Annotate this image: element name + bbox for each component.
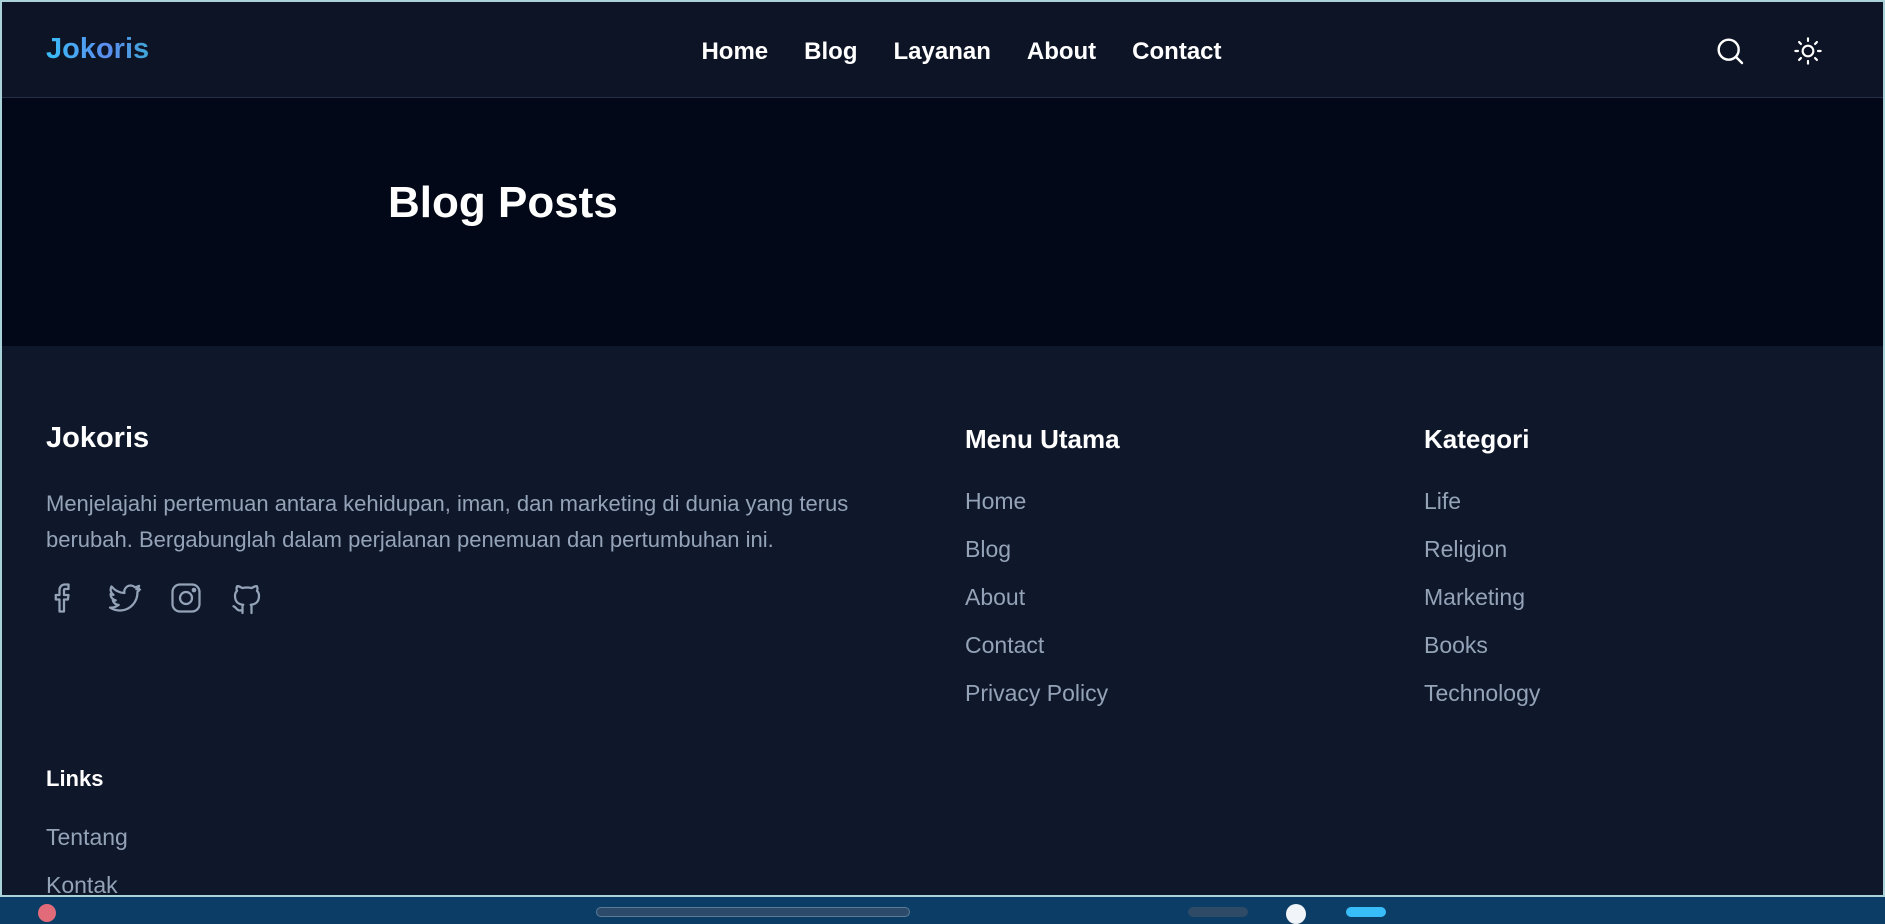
nav-contact[interactable]: Contact: [1132, 38, 1221, 66]
social-links: [46, 580, 265, 616]
footer-link-blog[interactable]: Blog: [965, 536, 1011, 562]
instagram-icon[interactable]: [168, 580, 204, 616]
search-icon[interactable]: [1714, 35, 1746, 67]
footer-link-tentang[interactable]: Tentang: [46, 824, 128, 850]
category-link-books[interactable]: Books: [1424, 632, 1488, 658]
twitter-icon[interactable]: [107, 580, 143, 616]
sun-icon[interactable]: [1792, 35, 1824, 67]
kategori-title: Kategori: [1424, 424, 1530, 454]
nav-about[interactable]: About: [1027, 38, 1096, 66]
list-item: Marketing: [1424, 584, 1540, 632]
site-header: Jokoris Home Blog Layanan About Contact: [2, 2, 1883, 98]
list-item: Books: [1424, 632, 1540, 680]
menu-utama-title: Menu Utama: [965, 424, 1120, 454]
list-item: Privacy Policy: [965, 680, 1108, 728]
category-link-life[interactable]: Life: [1424, 488, 1461, 514]
list-item: Blog: [965, 536, 1108, 584]
os-taskbar: [0, 897, 1885, 924]
taskbar-search-box[interactable]: [596, 907, 910, 917]
facebook-icon[interactable]: [46, 580, 82, 616]
nav-home[interactable]: Home: [701, 38, 768, 66]
footer-link-kontak[interactable]: Kontak: [46, 872, 118, 895]
list-item: Kontak: [46, 872, 128, 895]
page-hero: Blog Posts: [2, 98, 1883, 346]
list-item: Life: [1424, 488, 1540, 536]
taskbar-app-icon[interactable]: [1286, 904, 1306, 924]
browser-viewport: Jokoris Home Blog Layanan About Contact: [0, 0, 1885, 897]
footer-link-about[interactable]: About: [965, 584, 1025, 610]
taskbar-app-icon[interactable]: [38, 904, 56, 922]
taskbar-app-button[interactable]: [1346, 907, 1386, 917]
nav-layanan[interactable]: Layanan: [893, 38, 990, 66]
site-footer: Jokoris Menjelajahi pertemuan antara keh…: [2, 346, 1883, 895]
links-list: Tentang Kontak: [46, 824, 128, 895]
list-item: Home: [965, 488, 1108, 536]
footer-description: Menjelajahi pertemuan antara kehidupan, …: [46, 491, 849, 552]
nav-blog[interactable]: Blog: [804, 38, 857, 66]
kategori-list: Life Religion Marketing Books Technology: [1424, 488, 1540, 728]
list-item: Contact: [965, 632, 1108, 680]
github-icon[interactable]: [229, 580, 265, 616]
taskbar-app-button[interactable]: [1188, 907, 1248, 917]
footer-link-privacy-policy[interactable]: Privacy Policy: [965, 680, 1108, 706]
category-link-technology[interactable]: Technology: [1424, 680, 1540, 706]
footer-link-contact[interactable]: Contact: [965, 632, 1044, 658]
footer-link-home[interactable]: Home: [965, 488, 1026, 514]
footer-brand: Jokoris: [46, 422, 150, 454]
main-nav: Home Blog Layanan About Contact: [2, 38, 1883, 66]
page-title: Blog Posts: [388, 178, 618, 227]
list-item: Tentang: [46, 824, 128, 872]
list-item: About: [965, 584, 1108, 632]
category-link-religion[interactable]: Religion: [1424, 536, 1507, 562]
category-link-marketing[interactable]: Marketing: [1424, 584, 1525, 610]
list-item: Religion: [1424, 536, 1540, 584]
menu-utama-list: Home Blog About Contact Privacy Policy: [965, 488, 1108, 728]
links-title: Links: [46, 766, 104, 791]
list-item: Technology: [1424, 680, 1540, 728]
